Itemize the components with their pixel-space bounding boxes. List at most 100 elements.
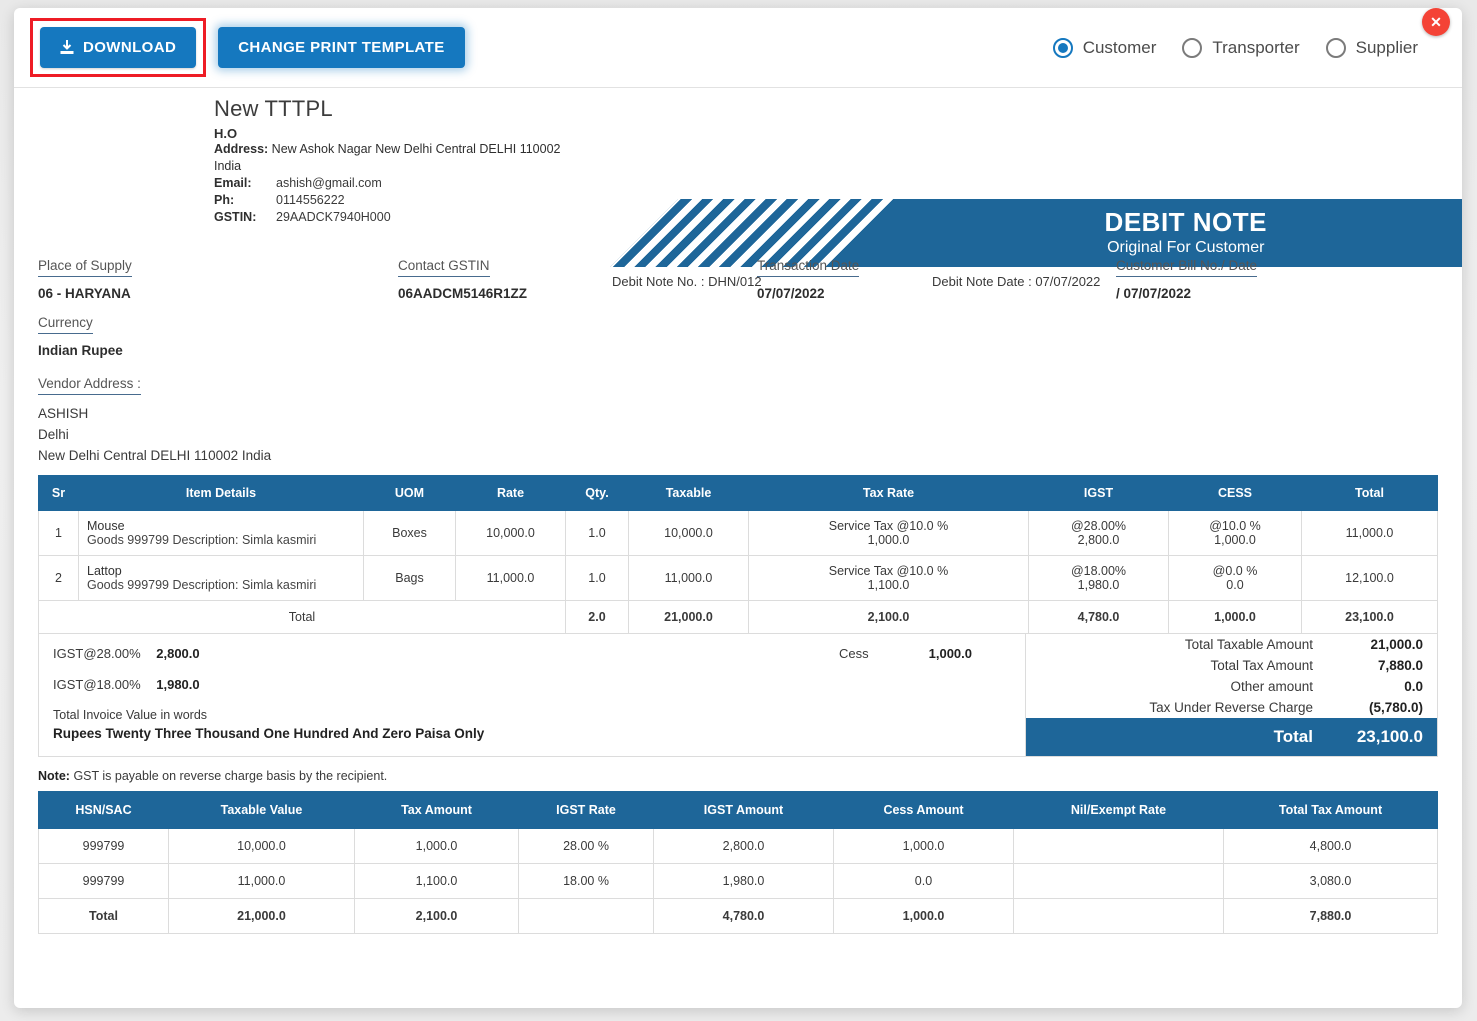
radio-transporter-label: Transporter [1212, 37, 1300, 57]
hsn-cell-hsn: 999799 [38, 863, 169, 899]
hsn-total-label: Total [38, 898, 169, 934]
item-name: Lattop [87, 564, 122, 578]
col-rate: Rate [455, 475, 566, 511]
cell-cess: @0.0 % 0.0 [1168, 555, 1302, 601]
preview-toolbar: DOWNLOAD CHANGE PRINT TEMPLATE Customer … [14, 8, 1462, 88]
print-preview-modal: ✕ DOWNLOAD CHANGE PRINT TEMPLATE Custome… [14, 8, 1462, 1008]
download-button-highlight: DOWNLOAD [30, 18, 207, 77]
note-prefix: Note: [38, 769, 70, 783]
company-address-label: Address: [214, 142, 269, 156]
reverse-charge-row: Tax Under Reverse Charge (5,780.0) [1026, 697, 1437, 718]
grand-total-label: Total [1273, 727, 1313, 746]
items-total-cess: 1,000.0 [1168, 600, 1302, 634]
cell-sr: 1 [38, 510, 79, 556]
vendor-address-line-3: New Delhi Central DELHI 110002 India [38, 447, 272, 463]
hsn-col-igst-amt: IGST Amount [653, 791, 834, 829]
radio-supplier-indicator[interactable] [1325, 37, 1346, 58]
currency-value: Indian Rupee [38, 343, 123, 358]
company-email-label: Email: [214, 175, 252, 190]
items-total-igst: 4,780.0 [1028, 600, 1169, 634]
radio-supplier[interactable]: Supplier [1325, 37, 1418, 58]
company-phone-row: Ph: 0114556222 [214, 192, 634, 209]
table-row: 2 Lattop Goods 999799 Description: Simla… [38, 555, 1438, 601]
summary-igst-28-value: 2,800.0 [156, 646, 200, 661]
reverse-charge-value: (5,780.0) [1368, 700, 1423, 715]
hsn-col-cess: Cess Amount [833, 791, 1014, 829]
meta-fields: Place of Supply 06 - HARYANA Currency In… [38, 253, 1438, 475]
radio-customer[interactable]: Customer [1052, 37, 1157, 58]
item-desc: Goods 999799 Description: Simla kasmiri [87, 578, 317, 592]
company-address-value: New Ashok Nagar New Delhi Central DELHI … [271, 142, 561, 156]
summary-cess-value: 1,000.0 [928, 646, 972, 661]
hsn-total-total-tax: 7,880.0 [1223, 898, 1438, 934]
company-email-value: ashish@gmail.com [276, 175, 382, 190]
summary-igst-28-label: IGST@28.00% [53, 646, 141, 661]
hsn-total-tax: 2,100.0 [354, 898, 519, 934]
radio-customer-indicator[interactable] [1052, 37, 1073, 58]
company-branch: H.O [214, 126, 238, 141]
close-glyph: ✕ [1430, 14, 1442, 30]
table-row: 1 Mouse Goods 999799 Description: Simla … [38, 510, 1438, 556]
document-body: New TTTPL H.O Address: New Ashok Nagar N… [14, 88, 1462, 934]
note-text: GST is payable on reverse charge basis b… [73, 769, 388, 783]
items-header-row: Sr Item Details UOM Rate Qty. Taxable Ta… [38, 475, 1438, 511]
cess-line-1: @0.0 % [1212, 564, 1258, 578]
other-amount-label: Other amount [1230, 679, 1313, 694]
currency-label: Currency [38, 315, 93, 334]
customer-bill-value: / 07/07/2022 [1116, 286, 1192, 301]
company-email-row: Email: ashish@gmail.com [214, 175, 634, 192]
document-header: New TTTPL H.O Address: New Ashok Nagar N… [14, 88, 1462, 289]
hsn-table-wrap: HSN/SAC Taxable Value Tax Amount IGST Ra… [38, 791, 1438, 934]
summary-igst-18-row: IGST@18.00% 1,980.0 [53, 677, 1011, 692]
hsn-cell-cess: 0.0 [833, 863, 1014, 899]
download-button[interactable]: DOWNLOAD [40, 27, 197, 68]
meta-col-2: Contact GSTIN 06AADCM5146R1ZZ [398, 257, 728, 301]
total-taxable-label: Total Taxable Amount [1184, 637, 1313, 652]
hsn-cell-total-tax: 3,080.0 [1223, 863, 1438, 899]
hsn-cell-igst-amt: 1,980.0 [653, 863, 834, 899]
item-name: Mouse [87, 519, 125, 533]
hsn-total-taxable: 21,000.0 [168, 898, 355, 934]
total-tax-value: 7,880.0 [1377, 658, 1423, 673]
hsn-total-igst-rate [518, 898, 654, 934]
igst-line-1: @18.00% [1070, 564, 1127, 578]
cell-igst: @18.00% 1,980.0 [1028, 555, 1169, 601]
hsn-cell-tax: 1,000.0 [354, 828, 519, 864]
other-amount-row: Other amount 0.0 [1026, 676, 1437, 697]
total-tax-label: Total Tax Amount [1210, 658, 1313, 673]
hsn-col-taxable: Taxable Value [168, 791, 355, 829]
company-name: New TTTPL [214, 96, 333, 121]
change-print-template-button[interactable]: CHANGE PRINT TEMPLATE [218, 27, 465, 68]
hsn-cell-taxable: 11,000.0 [168, 863, 355, 899]
company-address-line: Address: New Ashok Nagar New Delhi Centr… [214, 141, 634, 158]
total-tax-row: Total Tax Amount 7,880.0 [1026, 655, 1437, 676]
radio-transporter-indicator[interactable] [1182, 37, 1203, 58]
radio-transporter[interactable]: Transporter [1182, 37, 1300, 58]
hsn-col-tax: Tax Amount [354, 791, 519, 829]
cess-line-1: @10.0 % [1209, 519, 1261, 533]
place-of-supply-label: Place of Supply [38, 258, 132, 277]
cell-cess: @10.0 % 1,000.0 [1168, 510, 1302, 556]
tax-rate-line-2: 1,000.0 [867, 533, 910, 547]
hsn-total-igst-amt: 4,780.0 [653, 898, 834, 934]
cell-item-details: Lattop Goods 999799 Description: Simla k… [78, 555, 364, 601]
items-table: Sr Item Details UOM Rate Qty. Taxable Ta… [38, 475, 1438, 634]
transaction-date-value: 07/07/2022 [757, 286, 825, 301]
contact-gstin-label: Contact GSTIN [398, 258, 490, 277]
total-taxable-row: Total Taxable Amount 21,000.0 [1026, 634, 1437, 655]
close-icon[interactable]: ✕ [1422, 8, 1450, 36]
invoice-words-value: Rupees Twenty Three Thousand One Hundred… [53, 726, 485, 741]
hsn-table: HSN/SAC Taxable Value Tax Amount IGST Ra… [38, 791, 1438, 934]
cell-total: 12,100.0 [1301, 555, 1438, 601]
col-sr: Sr [38, 475, 79, 511]
banner-title: DEBIT NOTE [1104, 207, 1267, 237]
reverse-charge-note: Note: GST is payable on reverse charge b… [38, 769, 1438, 783]
items-total-label: Total [38, 600, 566, 634]
items-table-wrap: Sr Item Details UOM Rate Qty. Taxable Ta… [38, 475, 1438, 634]
grand-total-row: Total 23,100.0 [1026, 718, 1437, 756]
items-total-qty: 2.0 [565, 600, 629, 634]
items-total-tax-rate: 2,100.0 [748, 600, 1029, 634]
col-uom: UOM [363, 475, 456, 511]
cell-taxable: 11,000.0 [628, 555, 749, 601]
radio-customer-label: Customer [1082, 37, 1157, 57]
